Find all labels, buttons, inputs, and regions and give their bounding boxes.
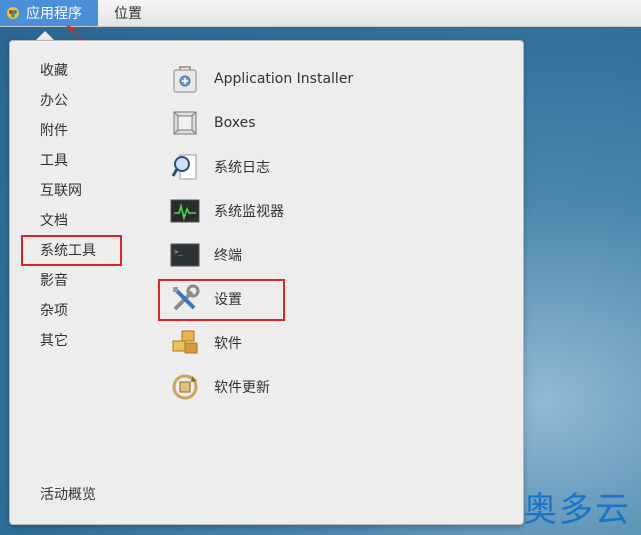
category-other[interactable]: 其它 [40,331,68,351]
applications-menu-label: 应用程序 [26,6,82,22]
app-installer-icon [170,64,200,94]
places-menu-button[interactable]: 位置 [100,0,156,26]
svg-text:>_: >_ [174,248,183,256]
category-favorites[interactable]: 收藏 [40,61,68,81]
app-label: Boxes [214,115,256,131]
category-office[interactable]: 办公 [40,91,68,111]
category-documents[interactable]: 文档 [40,211,68,231]
software-icon [170,328,200,358]
places-menu-label: 位置 [114,6,142,22]
app-item-software-update[interactable]: 软件更新 [170,369,470,405]
app-label: 软件 [214,336,242,352]
app-item-system-monitor[interactable]: 系统监视器 [170,193,470,229]
terminal-icon: >_ [170,240,200,270]
app-label: 系统日志 [214,160,270,176]
category-internet[interactable]: 互联网 [40,181,82,201]
top-bar: 应用程序 位置 [0,0,641,27]
highlight-box-settings [158,279,285,321]
boxes-icon [170,108,200,138]
app-item-boxes[interactable]: Boxes [170,105,470,141]
app-label: Application Installer [214,71,354,87]
category-misc[interactable]: 杂项 [40,301,68,321]
software-update-icon [170,372,200,402]
app-item-application-installer[interactable]: Application Installer [170,61,470,97]
system-log-icon [170,152,200,182]
app-label: 系统监视器 [214,204,284,220]
highlight-box-system-tools [21,235,122,266]
app-label: 终端 [214,248,242,264]
category-tools[interactable]: 工具 [40,151,68,171]
category-multimedia[interactable]: 影音 [40,271,68,291]
app-item-terminal[interactable]: >_ 终端 [170,237,470,273]
activities-overview-link[interactable]: 活动概览 [40,484,96,504]
category-accessories[interactable]: 附件 [40,121,68,141]
app-item-software[interactable]: 软件 [170,325,470,361]
gnome-foot-icon [6,6,20,20]
system-monitor-icon [170,196,200,226]
app-item-system-log[interactable]: 系统日志 [170,149,470,185]
app-label: 软件更新 [214,380,270,396]
watermark-logo: 奥多云 [523,490,631,530]
applications-menu-button[interactable]: 应用程序 [0,0,98,26]
